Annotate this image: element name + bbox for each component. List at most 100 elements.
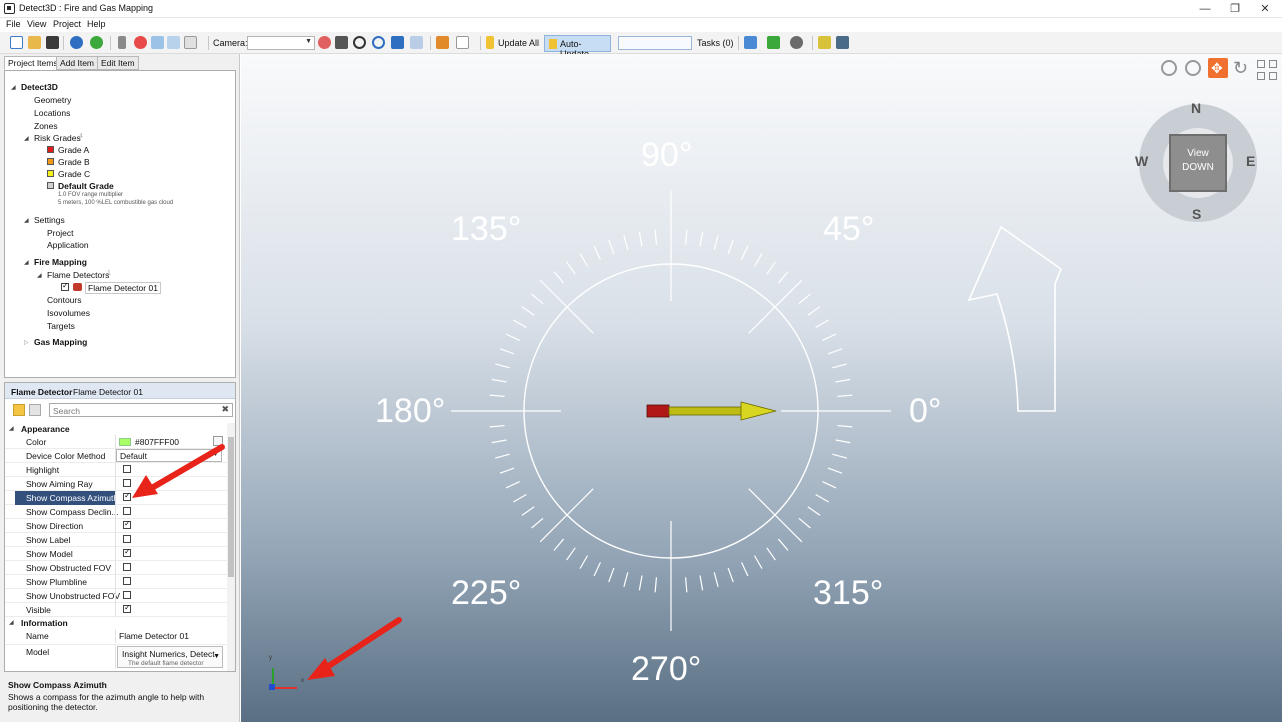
tree-application[interactable]: Application	[47, 240, 89, 250]
property-row-model[interactable]: Model Insight Numerics, Detect The defau…	[5, 645, 227, 669]
split-view-icon[interactable]	[1257, 72, 1265, 80]
tree-grade-a[interactable]: Grade A	[58, 145, 89, 155]
tab-project-items[interactable]: Project Items	[4, 56, 62, 70]
property-row[interactable]: Show Compass Declin...	[5, 505, 227, 519]
expand-icon[interactable]: ◢	[37, 272, 42, 279]
tree-project[interactable]: Project	[47, 228, 73, 238]
minimize-icon[interactable]: —	[1190, 1, 1220, 17]
expand-icon[interactable]: ◢	[11, 84, 16, 91]
open-folder-icon[interactable]	[28, 36, 41, 49]
maximize-icon[interactable]	[1257, 60, 1265, 68]
auto-update-toggle[interactable]: Auto-Update	[544, 35, 611, 59]
tree-flame-detectors[interactable]: Flame Detectors	[47, 270, 109, 280]
tree-geometry[interactable]: Geometry	[34, 95, 71, 105]
delete-camera-icon[interactable]	[318, 36, 331, 49]
property-row[interactable]: Show Obstructed FOV	[5, 561, 227, 575]
expand-icon[interactable]: ◢	[9, 425, 14, 432]
tree-icon[interactable]	[436, 36, 449, 49]
tree-flame-detector-01[interactable]: Flame Detector 01	[85, 282, 161, 294]
tab-edit-item[interactable]: Edit Item	[97, 56, 139, 70]
categorized-view-icon[interactable]	[13, 404, 25, 416]
tasks-dropdown[interactable]: Tasks (0)	[697, 38, 734, 48]
property-row[interactable]: Show Plumbline	[5, 575, 227, 589]
tree-grade-b[interactable]: Grade B	[58, 157, 90, 167]
tree-fire-mapping[interactable]: Fire Mapping	[34, 257, 87, 267]
tree-grade-c[interactable]: Grade C	[58, 169, 90, 179]
property-checkbox[interactable]	[123, 519, 131, 529]
tree-risk-grades[interactable]: Risk Grades	[34, 133, 81, 143]
pencil-icon[interactable]	[818, 36, 831, 49]
property-checkbox[interactable]	[123, 547, 131, 557]
property-checkbox[interactable]	[123, 563, 131, 571]
property-row[interactable]: Visible	[5, 603, 227, 617]
property-row-color[interactable]: Color #807FFF00	[5, 435, 227, 449]
color-picker-button[interactable]	[213, 436, 223, 446]
layers-icon[interactable]	[118, 36, 126, 49]
property-checkbox[interactable]	[123, 479, 131, 487]
pan-icon[interactable]: ✥	[1208, 58, 1228, 78]
tree-locations[interactable]: Locations	[34, 108, 70, 118]
property-row[interactable]: Show Unobstructed FOV	[5, 589, 227, 603]
property-scrollbar[interactable]	[227, 423, 235, 671]
tree-root[interactable]: Detect3D	[21, 82, 58, 92]
fullscreen-icon[interactable]	[1269, 60, 1277, 68]
layout-icon[interactable]	[1269, 72, 1277, 80]
collapsed-icon[interactable]: ▷	[24, 339, 29, 346]
expand-icon[interactable]: ◢	[24, 135, 29, 142]
nav-north[interactable]: N	[1191, 100, 1201, 116]
pointer-icon[interactable]	[456, 36, 469, 49]
name-value[interactable]: Flame Detector 01	[119, 631, 189, 641]
property-row[interactable]: Highlight	[5, 463, 227, 477]
model-select[interactable]: Insight Numerics, Detect The default fla…	[117, 646, 223, 668]
download-icon[interactable]	[767, 36, 780, 49]
tree-contours[interactable]: Contours	[47, 295, 82, 305]
menu-file[interactable]: File	[6, 19, 21, 29]
lightning-icon[interactable]	[486, 36, 494, 49]
expand-icon[interactable]: ◢	[24, 217, 29, 224]
menu-view[interactable]: View	[27, 19, 46, 29]
flame-detector-visible-checkbox[interactable]	[61, 281, 69, 291]
tab-add-item[interactable]: Add Item	[56, 56, 99, 70]
rotate-icon[interactable]: ↻	[1233, 58, 1253, 78]
menu-project[interactable]: Project	[53, 19, 81, 29]
nav-west[interactable]: W	[1135, 153, 1148, 169]
menu-help[interactable]: Help	[87, 19, 106, 29]
property-row[interactable]: Show Direction	[5, 519, 227, 533]
nav-cube-face[interactable]: View DOWN	[1169, 134, 1227, 192]
zoom-icon[interactable]	[1185, 60, 1201, 76]
tree-zones[interactable]: Zones	[34, 121, 58, 131]
property-row[interactable]: Show Aiming Ray	[5, 477, 227, 491]
restore-icon[interactable]: ❐	[1220, 1, 1250, 17]
info-icon[interactable]	[70, 36, 83, 49]
property-checkbox[interactable]	[123, 535, 131, 543]
frame-icon[interactable]	[410, 36, 423, 49]
tree-targets[interactable]: Targets	[47, 321, 75, 331]
zoom-selection-icon[interactable]	[1161, 60, 1177, 76]
pan-view-icon[interactable]	[391, 36, 404, 49]
expand-icon[interactable]: ◢	[24, 259, 29, 266]
property-checkbox[interactable]	[123, 577, 131, 585]
property-checkbox[interactable]	[123, 465, 131, 473]
tree-default-grade[interactable]: Default Grade	[58, 181, 114, 191]
export-icon[interactable]	[744, 36, 757, 49]
orbit-icon[interactable]	[353, 36, 366, 49]
tree-gas-mapping[interactable]: Gas Mapping	[34, 337, 87, 347]
alphabetical-view-icon[interactable]	[29, 404, 41, 416]
nav-cube-ring[interactable]: View DOWN	[1139, 104, 1257, 222]
camera-icon[interactable]	[335, 36, 348, 49]
property-row-name[interactable]: Name Flame Detector 01	[5, 629, 227, 645]
3d-viewport[interactable]: 90° 45° 135° 180° 0° 225° 315° 270° ✥ ↻ …	[241, 54, 1282, 722]
property-row-device-color-method[interactable]: Device Color Method Default ▼	[5, 449, 227, 463]
device-color-method-select[interactable]: Default ▼	[116, 449, 222, 462]
tree-settings[interactable]: Settings	[34, 215, 65, 225]
nav-south[interactable]: S	[1192, 206, 1201, 222]
property-checkbox[interactable]	[123, 591, 131, 599]
hat-icon[interactable]	[790, 36, 803, 49]
scrollbar-thumb[interactable]	[228, 437, 234, 577]
update-all-button[interactable]: Update All	[498, 38, 539, 48]
save-icon[interactable]	[46, 36, 59, 49]
category-information[interactable]: ◢ Information	[5, 617, 227, 628]
target-icon[interactable]	[372, 36, 385, 49]
new-project-icon[interactable]	[10, 36, 23, 49]
property-row[interactable]: Show Model	[5, 547, 227, 561]
